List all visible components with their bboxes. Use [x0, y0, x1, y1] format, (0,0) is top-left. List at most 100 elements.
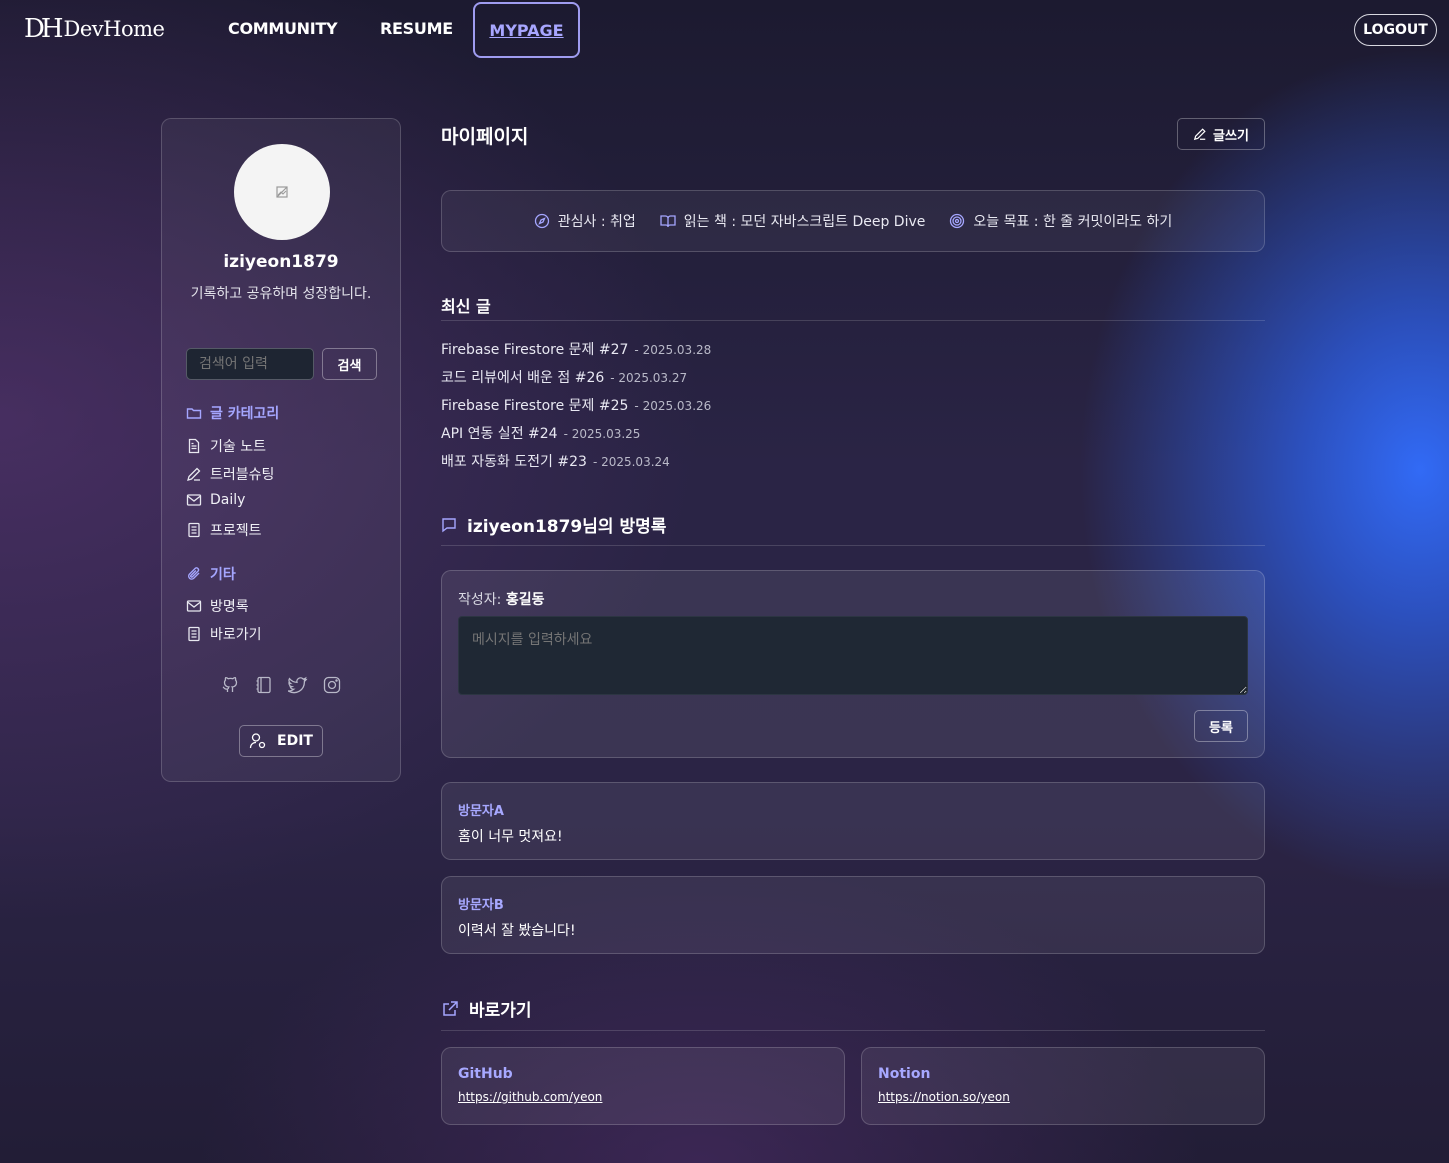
author-name: 홍길동 [505, 592, 545, 608]
search-input[interactable] [186, 348, 314, 380]
search-button[interactable]: 검색 [322, 348, 377, 380]
category-item-tech-note[interactable]: 기술 노트 [186, 436, 266, 456]
category-item-label: 기술 노트 [210, 439, 266, 455]
recent-post-item[interactable]: API 연동 실전 #24 - 2025.03.25 [441, 423, 640, 443]
github-icon[interactable] [220, 675, 240, 695]
edit-label: EDIT [277, 733, 313, 749]
divider [441, 545, 1265, 546]
guestbook-entry: 방문자B 이력서 잘 봤습니다! [441, 876, 1265, 954]
shortcut-name: Notion [878, 1066, 931, 1082]
guestbook-message-input[interactable] [458, 616, 1248, 695]
post-title: 코드 리뷰에서 배운 점 #26 [441, 370, 605, 386]
category-item-troubleshooting[interactable]: 트러블슈팅 [186, 464, 274, 484]
etc-item-shortcuts[interactable]: 바로가기 [186, 624, 262, 644]
guestbook-entry-message: 이력서 잘 봤습니다! [458, 923, 576, 939]
page-title: 마이페이지 [441, 126, 529, 148]
post-date: - 2025.03.26 [634, 399, 712, 413]
category-item-label: Daily [210, 492, 246, 508]
info-goal-text: 오늘 목표 : 한 줄 커밋이라도 하기 [973, 214, 1173, 230]
write-button[interactable]: 글쓰기 [1177, 118, 1265, 150]
profile-bio: 기록하고 공유하며 성장합니다. [190, 286, 372, 302]
shortcuts-heading: 바로가기 [441, 996, 532, 1021]
twitter-icon[interactable] [288, 675, 308, 695]
avatar [234, 144, 330, 240]
etc-heading-label: 기타 [210, 567, 236, 583]
instagram-icon[interactable] [322, 675, 342, 695]
logo[interactable]: DH DevHome [24, 14, 165, 44]
profile-username: iziyeon1879 [223, 252, 339, 272]
top-nav: DH DevHome COMMUNITY RESUME MYPAGE LOGOU… [0, 0, 1449, 60]
guestbook-entry-name: 방문자A [458, 804, 504, 819]
etc-heading[interactable]: 기타 [186, 564, 236, 584]
info-book: 읽는 책 : 모던 자바스크립트 Deep Dive [660, 211, 926, 231]
post-title: API 연동 실전 #24 [441, 426, 558, 442]
etc-item-label: 방명록 [210, 599, 249, 615]
target-icon [950, 213, 965, 229]
shortcut-url[interactable]: https://github.com/yeon [458, 1090, 828, 1104]
shortcut-url[interactable]: https://notion.so/yeon [878, 1090, 1248, 1104]
shortcut-card-github[interactable]: GitHub https://github.com/yeon [441, 1047, 845, 1125]
etc-item-label: 바로가기 [210, 627, 262, 643]
guestbook-heading-label: iziyeon1879님의 방명록 [467, 517, 667, 537]
author-label: 작성자: [458, 592, 502, 608]
recent-post-item[interactable]: Firebase Firestore 문제 #27 - 2025.03.28 [441, 339, 711, 359]
info-book-text: 읽는 책 : 모던 자바스크립트 Deep Dive [683, 214, 926, 230]
logout-button[interactable]: LOGOUT [1354, 14, 1437, 46]
edit-profile-button[interactable]: EDIT [239, 725, 323, 757]
category-item-project[interactable]: 프로젝트 [186, 520, 262, 540]
category-heading[interactable]: 글 카테고리 [186, 403, 279, 423]
paperclip-icon [188, 567, 200, 580]
social-links [220, 675, 342, 695]
folder-icon [186, 408, 202, 419]
etc-item-guestbook[interactable]: 방명록 [186, 596, 249, 616]
shortcuts-heading-label: 바로가기 [469, 1001, 532, 1021]
book-open-icon [660, 215, 676, 228]
profile-sidebar: iziyeon1879 기록하고 공유하며 성장합니다. 검색 글 카테고리 기… [161, 118, 401, 782]
guestbook-entry-message: 홈이 너무 멋져요! [458, 829, 563, 845]
write-label: 글쓰기 [1213, 128, 1249, 144]
logo-mark: DH [24, 14, 63, 44]
category-item-label: 트러블슈팅 [210, 467, 275, 483]
post-title: Firebase Firestore 문제 #25 [441, 398, 629, 414]
external-link-icon [443, 1000, 458, 1016]
user-edit-icon [249, 733, 266, 749]
recent-post-item[interactable]: Firebase Firestore 문제 #25 - 2025.03.26 [441, 395, 711, 415]
guestbook-entry: 방문자A 홈이 너무 멋져요! [441, 782, 1265, 860]
nav-resume[interactable]: RESUME [380, 19, 453, 38]
compass-icon [534, 213, 549, 229]
category-item-label: 프로젝트 [210, 523, 262, 539]
guestbook-entry-name: 방문자B [458, 898, 504, 913]
nav-community[interactable]: COMMUNITY [228, 19, 338, 38]
post-date: - 2025.03.27 [610, 371, 688, 385]
recent-post-item[interactable]: 코드 리뷰에서 배운 점 #26 - 2025.03.27 [441, 367, 687, 387]
profile-info-box: 관심사 : 취업 읽는 책 : 모던 자바스크립트 Deep Dive 오늘 목… [441, 190, 1265, 252]
notebook-icon[interactable] [254, 675, 274, 695]
recent-posts-heading-label: 최신 글 [441, 297, 491, 316]
category-item-daily[interactable]: Daily [186, 492, 245, 508]
logo-text: DevHome [63, 17, 165, 41]
post-title: Firebase Firestore 문제 #27 [441, 342, 629, 358]
shortcut-name: GitHub [458, 1066, 513, 1082]
info-goal: 오늘 목표 : 한 줄 커밋이라도 하기 [949, 211, 1172, 231]
document-icon [188, 438, 200, 454]
post-date: - 2025.03.28 [634, 343, 712, 357]
broken-image-icon [276, 186, 288, 198]
notebook-icon [188, 626, 200, 642]
info-interest-text: 관심사 : 취업 [557, 214, 636, 230]
shortcut-card-notion[interactable]: Notion https://notion.so/yeon [861, 1047, 1265, 1125]
nav-mypage[interactable]: MYPAGE [473, 2, 580, 58]
guestbook-submit-button[interactable]: 등록 [1194, 710, 1248, 742]
post-title: 배포 자동화 도전기 #23 [441, 454, 587, 470]
divider [441, 320, 1265, 321]
recent-post-item[interactable]: 배포 자동화 도전기 #23 - 2025.03.24 [441, 451, 670, 471]
guestbook-author: 작성자: 홍길동 [458, 589, 544, 609]
info-interest: 관심사 : 취업 [534, 211, 636, 231]
mail-icon [186, 600, 202, 612]
pencil-icon [187, 467, 201, 481]
notebook-icon [188, 522, 200, 538]
divider [441, 1030, 1265, 1031]
post-date: - 2025.03.25 [563, 427, 641, 441]
pencil-icon [1193, 128, 1206, 141]
chat-bubble-icon [442, 517, 456, 532]
guestbook-form: 작성자: 홍길동 등록 [441, 570, 1265, 758]
